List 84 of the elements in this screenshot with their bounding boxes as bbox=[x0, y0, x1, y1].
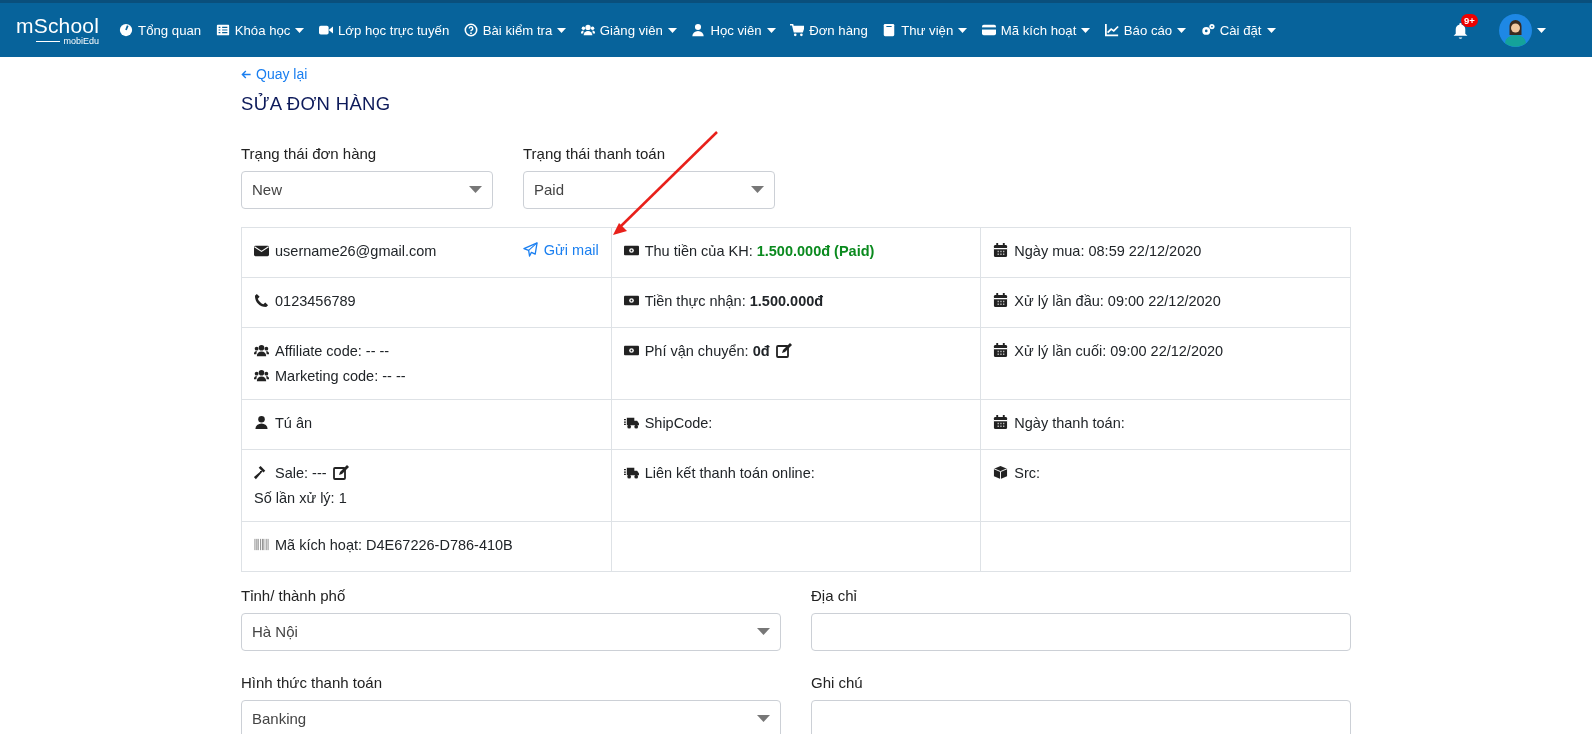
logo-subtext: mobiEdu bbox=[35, 36, 100, 46]
send-mail-link[interactable]: Gửi mail bbox=[522, 241, 599, 258]
info-text: Xử lý lần đầu: 09:00 22/12/2020 bbox=[1014, 292, 1221, 309]
info-text: Sale: --- bbox=[275, 464, 327, 481]
envelope-icon bbox=[254, 243, 269, 258]
caret-icon bbox=[469, 186, 482, 193]
dropdown-select[interactable]: Banking bbox=[241, 699, 781, 734]
person-icon bbox=[691, 23, 706, 37]
truck-icon bbox=[623, 415, 639, 430]
banknote-icon bbox=[623, 343, 639, 358]
book-icon bbox=[882, 23, 897, 37]
calendar-icon bbox=[993, 415, 1009, 430]
info-text: Affiliate code: -- -- bbox=[275, 342, 390, 359]
gears-icon bbox=[1200, 23, 1215, 37]
nav-menu-item[interactable]: Mã kích hoạt bbox=[981, 22, 1091, 38]
calendar-icon bbox=[993, 343, 1009, 358]
cube-icon bbox=[993, 465, 1009, 480]
dropdown-select[interactable]: New bbox=[241, 170, 493, 209]
nav-menu-item[interactable]: Khóa học bbox=[215, 22, 305, 38]
video-camera-icon bbox=[318, 23, 333, 37]
gauge-icon bbox=[119, 23, 134, 37]
caret-icon bbox=[757, 628, 770, 635]
field-label: Ghi chú bbox=[811, 673, 864, 691]
barcode-icon bbox=[254, 537, 269, 552]
nav-menu-item[interactable]: Học viên bbox=[691, 22, 776, 38]
info-text: Tiền thực nhận: 1.500.000đ bbox=[644, 292, 824, 309]
nav-menu-item[interactable]: Lớp học trực tuyến bbox=[318, 22, 450, 38]
dropdown-select[interactable]: Paid bbox=[523, 170, 775, 209]
nav-menu-item[interactable]: Thư viện bbox=[882, 22, 968, 38]
edit-icon[interactable] bbox=[775, 342, 792, 359]
nav-menu-item[interactable]: Cài đặt bbox=[1200, 22, 1276, 38]
info-text: Thu tiền của KH: 1.500.000đ (Paid) bbox=[644, 242, 875, 259]
info-text: Xử lý lần cuối: 09:00 22/12/2020 bbox=[1014, 342, 1224, 359]
info-text: Mã kích hoạt: D4E67226-D786-410B bbox=[275, 536, 513, 553]
caret-icon bbox=[751, 186, 764, 193]
field-label: Trạng thái đơn hàng bbox=[241, 144, 378, 162]
paper-plane-icon bbox=[522, 242, 538, 257]
nav-menu-item[interactable]: Giảng viên bbox=[580, 22, 677, 38]
info-text: Ngày mua: 08:59 22/12/2020 bbox=[1014, 242, 1202, 259]
calendar-icon bbox=[993, 243, 1009, 258]
field-label: Hình thức thanh toán bbox=[241, 673, 383, 691]
people-icon bbox=[254, 343, 269, 358]
back-link[interactable]: Quay lại bbox=[241, 66, 308, 82]
info-text: Số lần xử lý: 1 bbox=[254, 489, 347, 506]
info-text: Liên kết thanh toán online: bbox=[644, 464, 815, 481]
nav-menu-item[interactable]: Báo cáo bbox=[1104, 22, 1187, 38]
info-text: Phí vận chuyển: 0đ bbox=[644, 342, 770, 359]
info-text: username26@gmail.com bbox=[275, 242, 437, 259]
info-text: 0123456789 bbox=[275, 292, 356, 309]
page-title: SỬA ĐƠN HÀNG bbox=[241, 92, 391, 115]
text-input[interactable] bbox=[811, 612, 1351, 651]
nav-menu-item[interactable]: Tổng quan bbox=[119, 22, 202, 38]
question-circle-icon bbox=[463, 23, 478, 37]
caret-icon bbox=[1537, 27, 1546, 33]
info-text: ShipCode: bbox=[644, 414, 713, 431]
truck-icon bbox=[623, 465, 639, 480]
banknote-icon bbox=[623, 293, 639, 308]
notification-badge: 9+ bbox=[1461, 13, 1478, 27]
card-icon bbox=[981, 23, 996, 37]
people-icon bbox=[254, 368, 269, 383]
logo-text[interactable]: mSchool bbox=[16, 14, 100, 36]
info-text: Marketing code: -- -- bbox=[275, 367, 406, 384]
field-label: Địa chỉ bbox=[811, 586, 858, 604]
field-label: Trạng thái thanh toán bbox=[523, 144, 667, 162]
person-icon bbox=[254, 415, 269, 430]
nav-menu-item[interactable]: Đơn hàng bbox=[790, 22, 868, 38]
info-text: Src: bbox=[1014, 464, 1041, 481]
edit-icon[interactable] bbox=[332, 464, 349, 481]
caret-icon bbox=[757, 715, 770, 722]
list-icon bbox=[215, 23, 230, 37]
calendar-icon bbox=[993, 293, 1009, 308]
phone-icon bbox=[254, 293, 269, 308]
left-arrow-icon bbox=[241, 68, 252, 80]
nav-menu-item[interactable]: Bài kiểm tra bbox=[463, 22, 567, 38]
field-label: Tỉnh/ thành phố bbox=[241, 586, 347, 604]
dropdown-select[interactable]: Hà Nội bbox=[241, 612, 781, 651]
info-text: Ngày thanh toán: bbox=[1014, 414, 1125, 431]
banknote-icon bbox=[623, 243, 639, 258]
people-icon bbox=[580, 23, 595, 37]
text-input[interactable] bbox=[811, 699, 1351, 734]
info-text: Tú ân bbox=[275, 414, 313, 431]
cart-icon bbox=[790, 23, 805, 37]
avatar-icon[interactable] bbox=[1499, 13, 1532, 47]
line-chart-icon bbox=[1104, 23, 1119, 37]
